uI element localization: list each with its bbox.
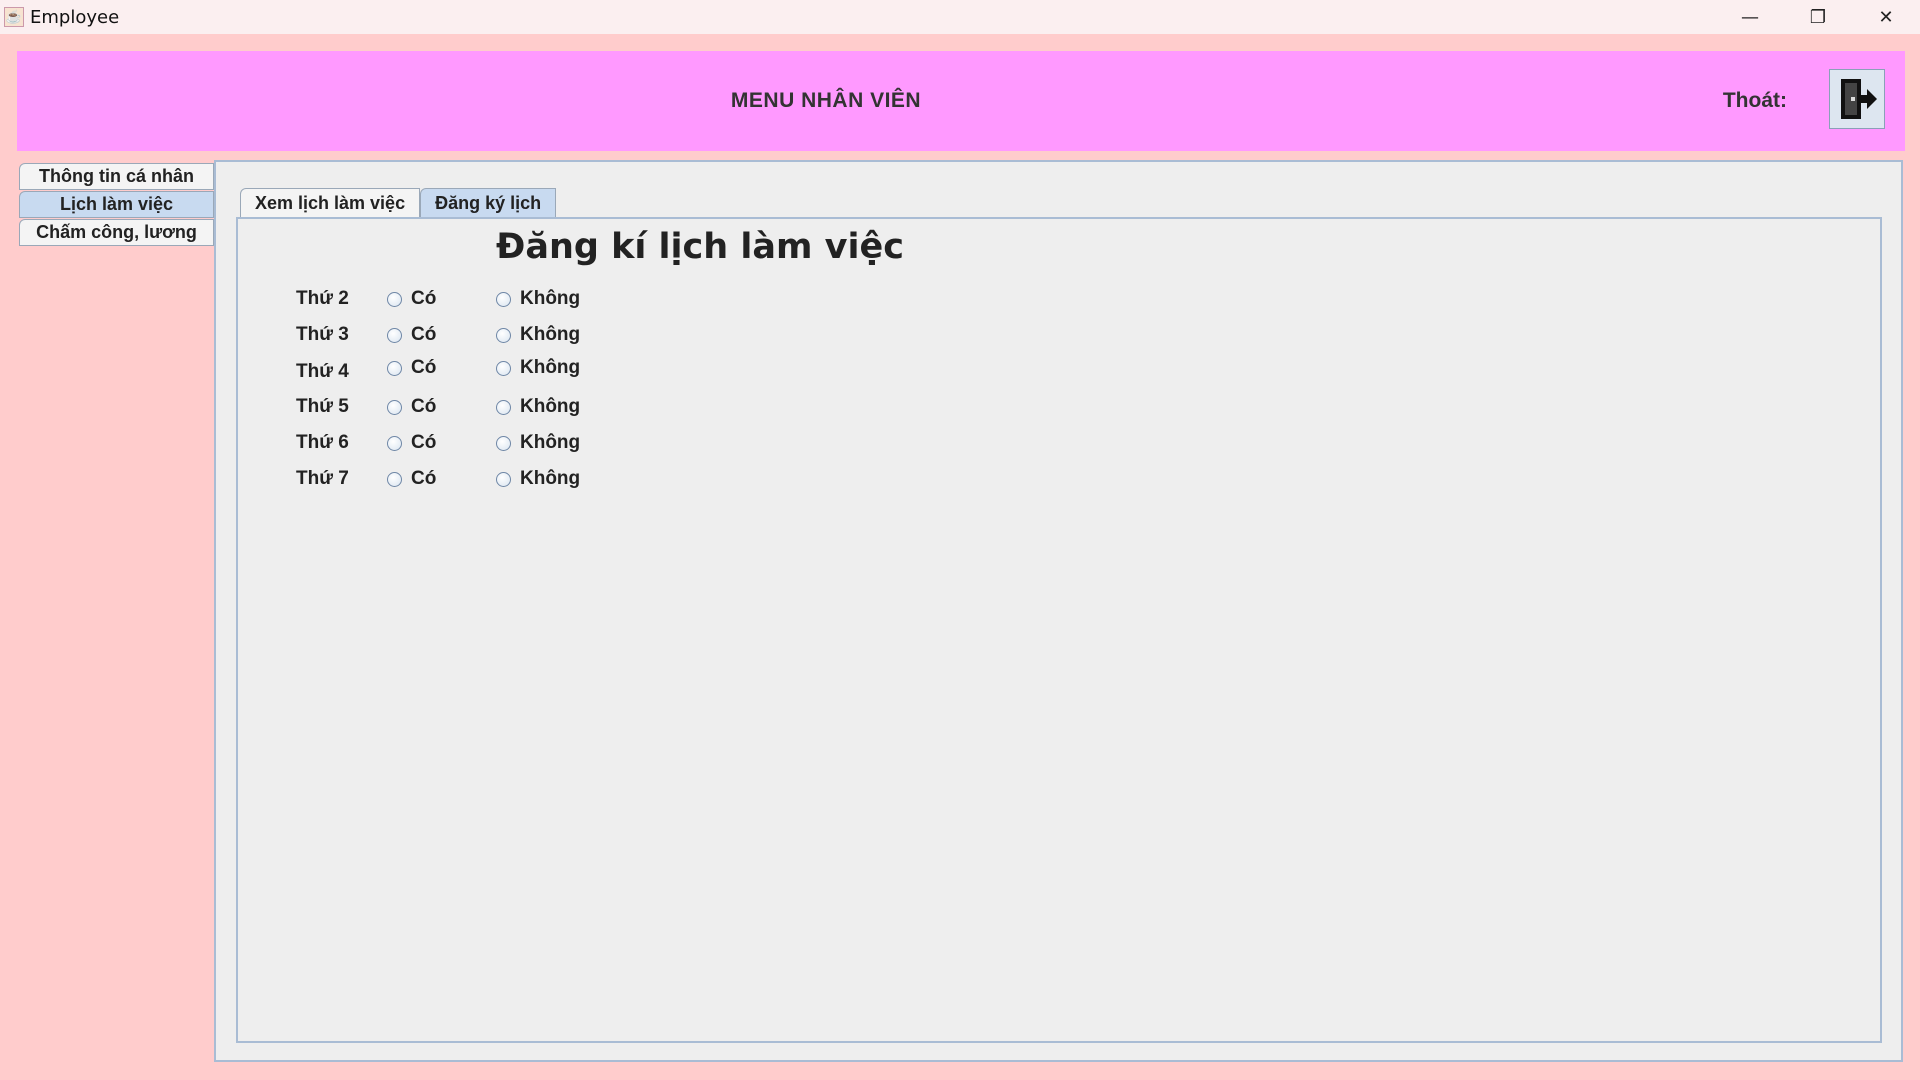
radio-no-label: Không: [520, 396, 581, 417]
page-title-text: MENU NHÂN VIÊN: [730, 89, 922, 112]
day-row: Thứ 4 Có Không: [238, 353, 838, 383]
day-label: Thứ 2: [296, 288, 349, 309]
radio-no[interactable]: Không: [496, 428, 580, 458]
radio-circle[interactable]: [496, 435, 511, 451]
window-title-bar: ☕ Employee — ❐ ✕: [0, 0, 1920, 34]
side-tab-work-schedule[interactable]: Lịch làm việc: [19, 191, 214, 218]
window-controls: — ❐ ✕: [1716, 0, 1920, 34]
exit-button[interactable]: [1829, 69, 1885, 129]
day-label: Thứ 5: [296, 396, 349, 417]
radio-yes-label: Có: [411, 357, 437, 378]
day-label: Thứ 3: [296, 324, 349, 345]
radio-yes[interactable]: Có: [387, 464, 436, 494]
radio-circle[interactable]: [496, 399, 511, 415]
radio-circle[interactable]: [387, 471, 402, 487]
day-row: Thứ 6 Có Không: [238, 428, 838, 458]
close-button[interactable]: ✕: [1852, 0, 1920, 34]
radio-circle[interactable]: [496, 291, 511, 307]
radio-no[interactable]: Không: [496, 284, 580, 314]
radio-yes-label: Có: [411, 324, 437, 345]
radio-no-label: Không: [520, 468, 581, 489]
radio-circle[interactable]: [387, 435, 402, 451]
radio-yes-label: Có: [411, 396, 437, 417]
day-label: Thứ 6: [296, 432, 349, 453]
exit-label: Thoát:: [1722, 89, 1787, 112]
radio-no[interactable]: Không: [496, 464, 580, 494]
day-label: Thứ 4: [296, 361, 349, 382]
side-tab-personal-info[interactable]: Thông tin cá nhân: [19, 163, 214, 190]
radio-yes[interactable]: Có: [387, 284, 436, 314]
main-panel: Xem lịch làm việc Đăng ký lịch Đăng kí l…: [214, 160, 1903, 1062]
radio-no-label: Không: [520, 357, 581, 378]
radio-circle[interactable]: [496, 471, 511, 487]
radio-no-label: Không: [520, 324, 581, 345]
page-title: MENU NHÂN VIÊN: [17, 51, 1905, 151]
exit-door-icon: [1841, 79, 1877, 119]
radio-no-label: Không: [520, 432, 581, 453]
radio-circle[interactable]: [496, 327, 511, 343]
radio-no[interactable]: Không: [496, 320, 580, 350]
day-row: Thứ 5 Có Không: [238, 392, 838, 422]
radio-no-label: Không: [520, 288, 581, 309]
radio-yes-label: Có: [411, 468, 437, 489]
minimize-button[interactable]: —: [1716, 0, 1784, 34]
day-label: Thứ 7: [296, 468, 349, 489]
radio-circle[interactable]: [387, 327, 402, 343]
radio-circle[interactable]: [496, 360, 511, 376]
radio-circle[interactable]: [387, 360, 402, 376]
day-row: Thứ 2 Có Không: [238, 284, 838, 314]
radio-circle[interactable]: [387, 399, 402, 415]
form-title: Đăng kí lịch làm việc: [496, 227, 904, 267]
maximize-button[interactable]: ❐: [1784, 0, 1852, 34]
side-tab-strip: Thông tin cá nhân Lịch làm việc Chấm côn…: [19, 163, 214, 247]
register-schedule-panel: Đăng kí lịch làm việc Thứ 2 Có Không Thứ…: [236, 217, 1882, 1043]
tab-view-schedule[interactable]: Xem lịch làm việc: [240, 188, 421, 217]
radio-yes[interactable]: Có: [387, 392, 436, 422]
radio-no[interactable]: Không: [496, 353, 580, 383]
radio-yes[interactable]: Có: [387, 353, 436, 383]
radio-yes-label: Có: [411, 432, 437, 453]
window-title: Employee: [30, 6, 120, 28]
radio-yes[interactable]: Có: [387, 428, 436, 458]
radio-yes[interactable]: Có: [387, 320, 436, 350]
radio-circle[interactable]: [387, 291, 402, 307]
inner-tab-strip: Xem lịch làm việc Đăng ký lịch: [240, 188, 557, 217]
side-tab-timesheet-salary[interactable]: Chấm công, lương: [19, 219, 214, 246]
menu-header: MENU NHÂN VIÊN Thoát:: [17, 51, 1905, 151]
day-row: Thứ 7 Có Không: [238, 464, 838, 494]
radio-yes-label: Có: [411, 288, 437, 309]
tab-register-schedule[interactable]: Đăng ký lịch: [420, 188, 557, 217]
java-app-icon: ☕: [4, 7, 24, 27]
day-row: Thứ 3 Có Không: [238, 320, 838, 350]
radio-no[interactable]: Không: [496, 392, 580, 422]
